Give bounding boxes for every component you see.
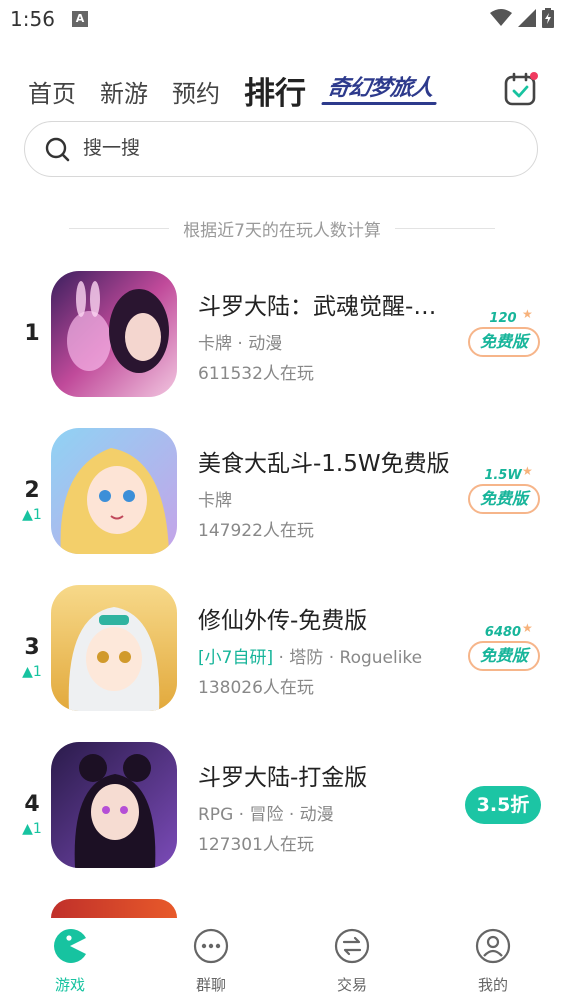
- status-icons: [490, 8, 554, 28]
- ranking-note-text: 根据近7天的在玩人数计算: [183, 221, 381, 241]
- signal-icon: [518, 9, 536, 27]
- game-icon: [51, 585, 177, 711]
- discount-badge: 3.5折: [465, 786, 541, 824]
- nav-trade-label: 交易: [336, 976, 367, 994]
- rank-number: 4: [24, 792, 40, 817]
- nav-group-chat[interactable]: 群聊: [166, 928, 256, 995]
- nav-group-chat-label: 群聊: [195, 976, 226, 994]
- rank-number: 2: [24, 478, 40, 503]
- exchange-icon: [334, 928, 370, 964]
- self-developed-tag: [小7自研]: [198, 648, 274, 668]
- bottom-nav: 游戏 群聊 交易 我的: [0, 918, 564, 1004]
- free-version-badge: 120 ★ 免费版: [468, 307, 542, 361]
- ranking-note: 根据近7天的在玩人数计算: [0, 216, 564, 241]
- star-icon: ★: [522, 307, 533, 321]
- notification-icon: A: [72, 11, 88, 27]
- calendar-icon[interactable]: [504, 72, 538, 106]
- nav-games-label: 游戏: [54, 976, 85, 994]
- game-tags: RPG · 冒险 · 动漫: [198, 800, 334, 825]
- game-icon: [51, 271, 177, 397]
- battery-icon: [542, 8, 554, 28]
- badge-label: 免费版: [468, 641, 540, 671]
- free-version-badge: 1.5W ★ 免费版: [468, 464, 542, 518]
- game-icon: [51, 899, 177, 918]
- badge-label: 免费版: [468, 484, 540, 514]
- game-title: 美食大乱斗-1.5W免费版: [198, 451, 450, 477]
- search-bar[interactable]: [24, 121, 538, 177]
- search-icon: [45, 137, 70, 162]
- rank-number: 3: [24, 635, 40, 660]
- badge-label: 免费版: [468, 327, 540, 357]
- tab-reservation[interactable]: 预约: [172, 74, 220, 109]
- divider: [69, 228, 170, 229]
- wifi-icon: [490, 9, 512, 26]
- nav-games[interactable]: 游戏: [25, 928, 115, 995]
- ranking-item[interactable]: 1 斗罗大陆：武魂觉醒-免费版 卡牌 · 动漫 611532人在玩 120 ★ …: [0, 271, 564, 401]
- badge-amount: 6480: [484, 625, 522, 640]
- badge-amount: 1.5W: [484, 468, 522, 483]
- top-nav: 首页 新游 预约 排行 奇幻梦旅人: [28, 68, 548, 112]
- game-icon: [51, 742, 177, 868]
- badge-amount: 120: [489, 311, 517, 326]
- game-title: 修仙外传-免费版: [198, 608, 368, 634]
- ranking-item[interactable]: 4 ▲1 斗罗大陆-打金版 RPG · 冒险 · 动漫 127301人在玩 3.…: [0, 742, 564, 872]
- rank-change: ▲1: [22, 664, 42, 680]
- nav-profile[interactable]: 我的: [448, 928, 538, 995]
- rank-number: 1: [24, 321, 40, 346]
- ranking-item[interactable]: 2 ▲1 美食大乱斗-1.5W免费版 卡牌 147922人在玩 1.5W ★ 免…: [0, 428, 564, 558]
- game-tags: 卡牌: [198, 486, 232, 511]
- divider: [394, 228, 495, 229]
- tab-ranking[interactable]: 排行: [244, 68, 306, 113]
- brand-logo[interactable]: 奇幻梦旅人: [326, 70, 436, 102]
- tag-text: 卡牌: [198, 491, 232, 511]
- nav-trade[interactable]: 交易: [307, 928, 397, 995]
- ranking-item[interactable]: 3 ▲1 修仙外传-免费版 [小7自研] · 塔防 · Roguelike 13…: [0, 585, 564, 715]
- rank-change: ▲1: [22, 821, 42, 837]
- game-tags: 卡牌 · 动漫: [198, 329, 282, 354]
- search-input[interactable]: [81, 136, 505, 160]
- game-icon: [51, 428, 177, 554]
- user-icon: [475, 928, 511, 964]
- tab-home[interactable]: 首页: [28, 74, 76, 109]
- game-tags: [小7自研] · 塔防 · Roguelike: [198, 643, 422, 668]
- status-bar: 1:56 A: [0, 0, 564, 40]
- star-icon: ★: [522, 464, 533, 478]
- players-count: 138026人在玩: [198, 678, 314, 698]
- free-version-badge: 6480 ★ 免费版: [468, 621, 542, 675]
- players-count: 127301人在玩: [198, 835, 314, 855]
- chat-dots-icon: [193, 928, 229, 964]
- star-icon: ★: [522, 621, 533, 635]
- rank-change: ▲1: [22, 507, 42, 523]
- tag-text: · 塔防 · Roguelike: [273, 648, 423, 668]
- nav-profile-label: 我的: [477, 976, 508, 994]
- game-title: 斗罗大陆：武魂觉醒-免费版: [198, 294, 458, 320]
- pacman-icon: [54, 929, 86, 963]
- tag-text: RPG · 冒险 · 动漫: [198, 805, 334, 825]
- players-count: 611532人在玩: [198, 364, 314, 384]
- tag-text: 卡牌 · 动漫: [198, 334, 283, 354]
- players-count: 147922人在玩: [198, 521, 314, 541]
- status-time: 1:56: [10, 7, 55, 31]
- game-title: 斗罗大陆-打金版: [198, 765, 368, 791]
- tab-new-games[interactable]: 新游: [100, 74, 148, 109]
